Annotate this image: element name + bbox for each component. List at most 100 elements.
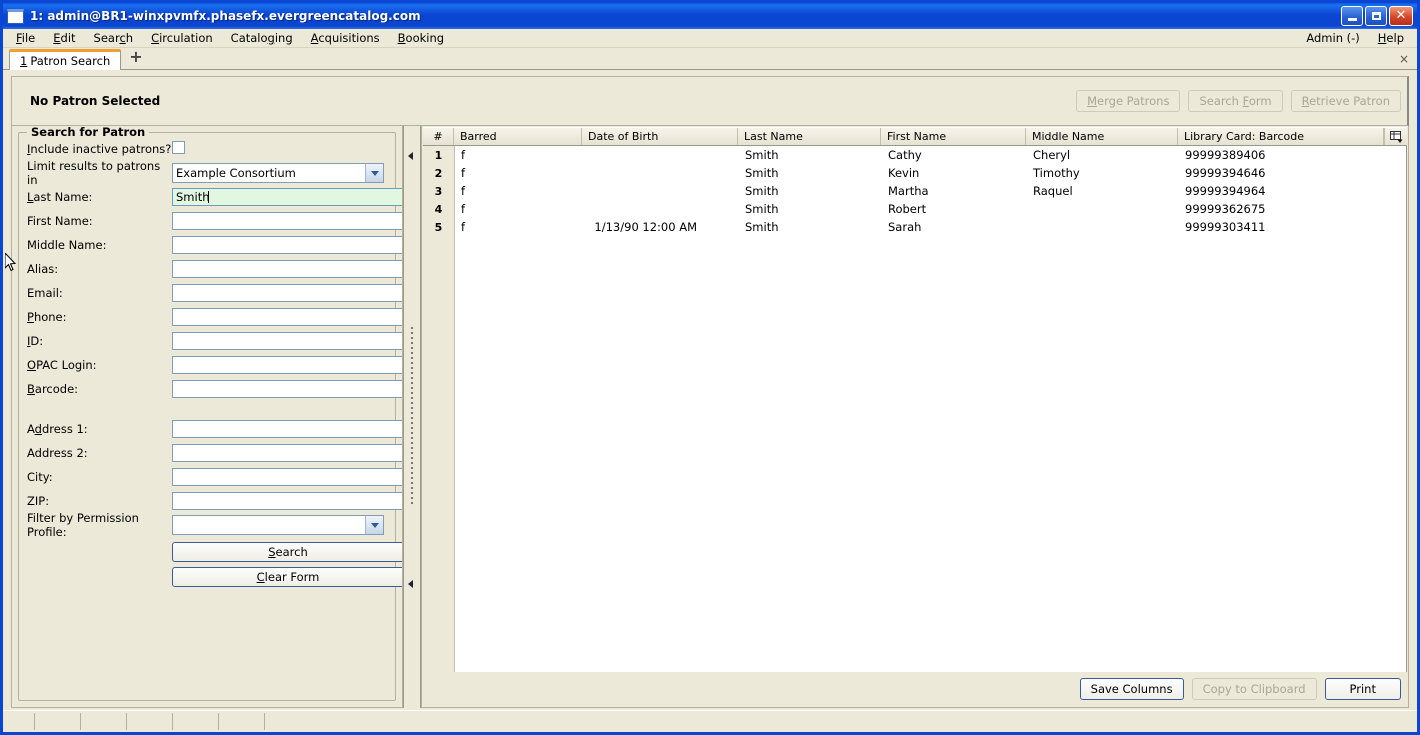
- limit-results-control: Example Consortium: [172, 163, 402, 183]
- clear-form-button[interactable]: Clear Form: [172, 567, 402, 587]
- copy-to-clipboard-button[interactable]: Copy to Clipboard: [1191, 678, 1317, 700]
- collapse-left-icon-bottom[interactable]: [408, 580, 413, 588]
- menu-acquisitions[interactable]: Acquisitions: [302, 30, 389, 46]
- search-form-button[interactable]: Search Form: [1188, 90, 1283, 112]
- minimize-icon[interactable]: [1341, 6, 1363, 26]
- include-inactive-row: Include inactive patrons?: [27, 137, 387, 161]
- column-header-last-name[interactable]: Last Name: [738, 128, 881, 145]
- first-name-control: [172, 212, 402, 230]
- menu-admin[interactable]: Admin (-): [1297, 30, 1368, 46]
- collapse-left-icon[interactable]: [408, 152, 413, 160]
- close-tab-button[interactable]: ×: [1399, 52, 1409, 66]
- row-number-gutter: 1 2 3 4 5: [423, 146, 455, 672]
- menu-circulation[interactable]: Circulation: [142, 30, 222, 46]
- column-header-dob[interactable]: Date of Birth: [582, 128, 738, 145]
- table-row[interactable]: f Smith Kevin Timothy 99999394646: [455, 164, 1406, 182]
- permission-profile-row: Filter by Permission Profile:: [27, 511, 387, 539]
- print-button[interactable]: Print: [1324, 678, 1401, 700]
- last-name-input[interactable]: [172, 188, 402, 206]
- permission-profile-label: Filter by Permission Profile:: [27, 511, 139, 539]
- menu-help[interactable]: Help: [1369, 30, 1413, 46]
- menu-search[interactable]: Search: [85, 30, 143, 46]
- zip-control: [172, 492, 402, 510]
- cell-barred: f: [461, 184, 466, 198]
- id-row: ID:: [27, 329, 402, 353]
- save-columns-button[interactable]: Save Columns: [1079, 678, 1184, 700]
- maximize-icon[interactable]: [1365, 6, 1387, 26]
- merge-patrons-button[interactable]: Merge Patrons: [1076, 90, 1181, 112]
- limit-results-label: Limit results to patrons in: [27, 159, 161, 187]
- phone-input[interactable]: [172, 308, 402, 326]
- opac-login-row: OPAC Login:: [27, 353, 402, 377]
- table-row[interactable]: f Smith Martha Raquel 99999394964: [455, 182, 1406, 200]
- chevron-down-icon[interactable]: [365, 516, 383, 534]
- menu-booking[interactable]: Booking: [389, 30, 453, 46]
- email-input[interactable]: [172, 284, 402, 302]
- window-title: 1: admin@BR1-winxpvmfx.phasefx.evergreen…: [30, 9, 421, 23]
- status-segment: [173, 713, 219, 730]
- cell-first-name: Sarah: [888, 220, 922, 234]
- alias-control: [172, 260, 402, 278]
- middle-name-row: Middle Name:: [27, 233, 402, 257]
- barcode-label: Barcode:: [27, 382, 79, 396]
- table-row[interactable]: f Smith Robert 99999362675: [455, 200, 1406, 218]
- cell-middle-name: Timothy: [1033, 166, 1080, 180]
- opac-login-control: [172, 356, 402, 374]
- cell-dob: [583, 164, 739, 182]
- search-fieldset: Search for Patron Include inactive patro…: [18, 126, 402, 701]
- column-header-first-name[interactable]: First Name: [881, 128, 1026, 145]
- splitter-grip[interactable]: [411, 327, 413, 507]
- table-body: f Smith Cathy Cheryl 99999389406 f Smith…: [455, 146, 1406, 672]
- opac-login-input[interactable]: [172, 356, 402, 374]
- last-name-control: [172, 188, 402, 206]
- limit-results-select[interactable]: Example Consortium: [172, 163, 384, 183]
- include-inactive-checkbox[interactable]: [172, 141, 185, 154]
- id-label: ID:: [27, 334, 44, 348]
- menu-edit[interactable]: Edit: [44, 30, 84, 46]
- middle-name-label: Middle Name:: [27, 238, 107, 252]
- new-tab-button[interactable]: +: [121, 47, 150, 69]
- cell-middle-name: [1027, 200, 1179, 218]
- menu-cataloging[interactable]: Cataloging: [222, 30, 302, 46]
- cell-barred: f: [461, 202, 466, 216]
- cell-dob: 1/13/90 12:00 AM: [594, 220, 697, 234]
- tab-patron-search[interactable]: 1 Patron Search: [9, 49, 122, 70]
- retrieve-patron-button[interactable]: Retrieve Patron: [1290, 90, 1401, 112]
- alias-input[interactable]: [172, 260, 402, 278]
- email-control: [172, 284, 402, 302]
- email-row: Email:: [27, 281, 402, 305]
- table-row[interactable]: f Smith Cathy Cheryl 99999389406: [455, 146, 1406, 164]
- barcode-input[interactable]: [172, 380, 402, 398]
- menu-file[interactable]: File: [7, 30, 44, 46]
- first-name-input[interactable]: [172, 212, 402, 230]
- address2-input[interactable]: [172, 444, 402, 462]
- panel-splitter[interactable]: [403, 126, 421, 708]
- middle-name-input[interactable]: [172, 236, 402, 254]
- cell-first-name: Kevin: [888, 166, 920, 180]
- alias-label: Alias:: [27, 262, 59, 276]
- id-input[interactable]: [172, 332, 402, 350]
- address1-input[interactable]: [172, 420, 402, 438]
- cell-first-name: Martha: [888, 184, 929, 198]
- chevron-down-icon[interactable]: [365, 164, 383, 182]
- permission-profile-select[interactable]: [172, 515, 384, 535]
- column-header-number[interactable]: #: [423, 128, 454, 145]
- search-button[interactable]: Search: [172, 542, 402, 562]
- cell-last-name: Smith: [745, 148, 779, 162]
- column-picker-icon[interactable]: [1384, 128, 1407, 145]
- cell-first-name: Robert: [888, 202, 927, 216]
- row-number: 4: [434, 202, 443, 216]
- last-name-row: Last Name:: [27, 185, 402, 209]
- alias-row: Alias:: [27, 257, 402, 281]
- column-header-middle-name[interactable]: Middle Name: [1026, 128, 1178, 145]
- table-row[interactable]: f 1/13/90 12:00 AM Smith Sarah 999993034…: [455, 218, 1406, 236]
- cell-middle-name: [1027, 218, 1179, 236]
- zip-input[interactable]: [172, 492, 402, 510]
- limit-results-row: Limit results to patrons in Example Cons…: [27, 159, 387, 187]
- address1-row: Address 1:: [27, 417, 402, 441]
- column-header-barcode[interactable]: Library Card: Barcode: [1178, 128, 1384, 145]
- city-input[interactable]: [172, 468, 402, 486]
- column-header-barred[interactable]: Barred: [454, 128, 582, 145]
- close-icon[interactable]: ✕: [1389, 6, 1413, 26]
- tab-number: 1: [20, 54, 28, 68]
